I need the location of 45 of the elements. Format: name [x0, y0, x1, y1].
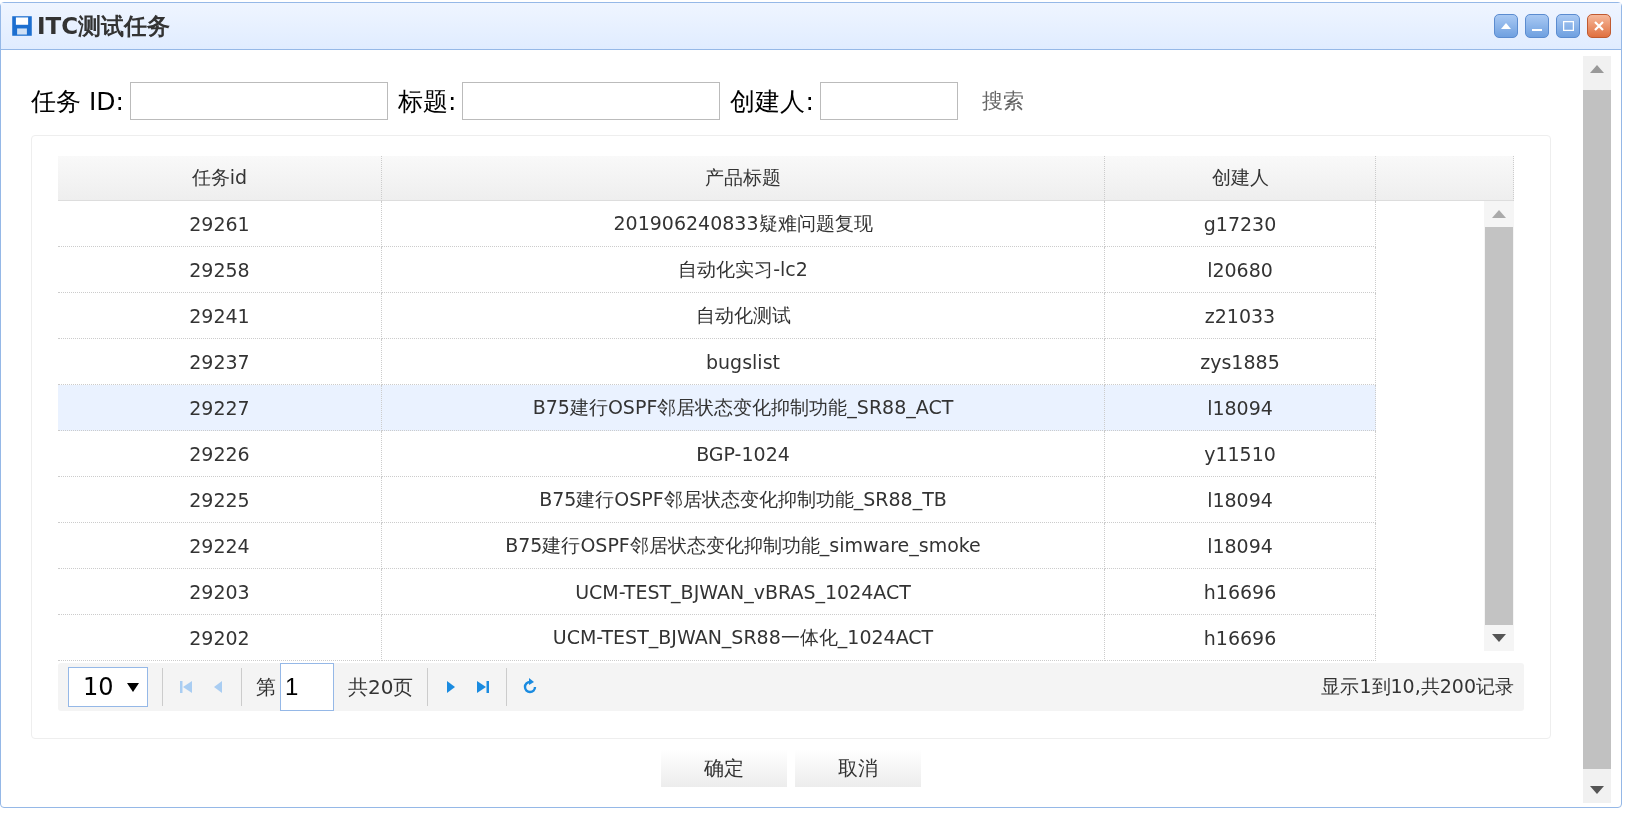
- close-icon: [1594, 21, 1604, 31]
- table-row[interactable]: 29225 B75建行OSPF邻居状态变化抑制功能_SR88_TB l18094: [58, 477, 1376, 523]
- scroll-down-icon[interactable]: [1492, 633, 1506, 643]
- scroll-up-icon[interactable]: [1590, 64, 1604, 74]
- table-cell: UCM-TEST_BJWAN_SR88一体化_1024ACT: [382, 615, 1105, 661]
- minimize-button[interactable]: [1525, 14, 1549, 38]
- scrollbar[interactable]: [1484, 201, 1514, 651]
- page-size-select[interactable]: 10: [68, 667, 148, 707]
- page-label: 第: [256, 673, 276, 701]
- table-row[interactable]: 29258 自动化实习-lc2 l20680: [58, 247, 1376, 293]
- table-cell: 29202: [58, 615, 382, 661]
- maximize-icon: [1562, 21, 1574, 31]
- minimize-icon: [1532, 29, 1542, 31]
- search-field[interactable]: [819, 82, 958, 120]
- table-row[interactable]: 29237 bugslist zys1885: [58, 339, 1376, 385]
- table-row[interactable]: 29241 自动化测试 z21033: [58, 293, 1376, 339]
- table-row[interactable]: 29261 201906240833疑难问题复现 g17230: [58, 201, 1376, 247]
- search-field[interactable]: [130, 82, 388, 120]
- collapse-button[interactable]: [1494, 14, 1518, 38]
- page-total: 共20页: [348, 673, 414, 701]
- scroll-up-icon[interactable]: [1492, 209, 1506, 219]
- scroll-down-icon[interactable]: [1590, 785, 1604, 795]
- close-button[interactable]: [1587, 14, 1611, 38]
- table-row[interactable]: 29226 BGP-1024 y11510: [58, 431, 1376, 477]
- table-cell: h16696: [1105, 615, 1376, 661]
- column-header[interactable]: 创建人: [1105, 156, 1376, 201]
- window-title: ITC测试任务: [37, 11, 172, 41]
- table-row[interactable]: 29203 UCM-TEST_BJWAN_vBRAS_1024ACT h16696: [58, 569, 1376, 615]
- search-link[interactable]: 搜索: [981, 87, 1024, 115]
- field-label: 标题:: [398, 85, 457, 118]
- table-row[interactable]: 29227 B75建行OSPF邻居状态变化抑制功能_SR88_ACT l18094: [58, 385, 1376, 431]
- search-field[interactable]: [462, 82, 721, 120]
- first-page-icon[interactable]: [177, 678, 195, 696]
- field-label: 任务 ID:: [31, 85, 124, 118]
- page-number-field[interactable]: 1: [280, 663, 334, 711]
- caret-down-icon: [127, 682, 139, 692]
- record-summary: 显示1到10,共200记录: [1321, 674, 1514, 699]
- scrollbar-thumb[interactable]: [1485, 227, 1513, 625]
- field-label: 创建人:: [730, 85, 814, 118]
- column-header[interactable]: 任务id: [58, 156, 382, 201]
- caret-up-icon: [1501, 23, 1511, 29]
- column-header[interactable]: 产品标题: [382, 156, 1105, 201]
- table-row[interactable]: 29224 B75建行OSPF邻居状态变化抑制功能_simware_smoke l18094: [58, 523, 1376, 569]
- table-row[interactable]: 29202 UCM-TEST_BJWAN_SR88一体化_1024ACT h16696: [58, 615, 1376, 661]
- maximize-button[interactable]: [1556, 14, 1580, 38]
